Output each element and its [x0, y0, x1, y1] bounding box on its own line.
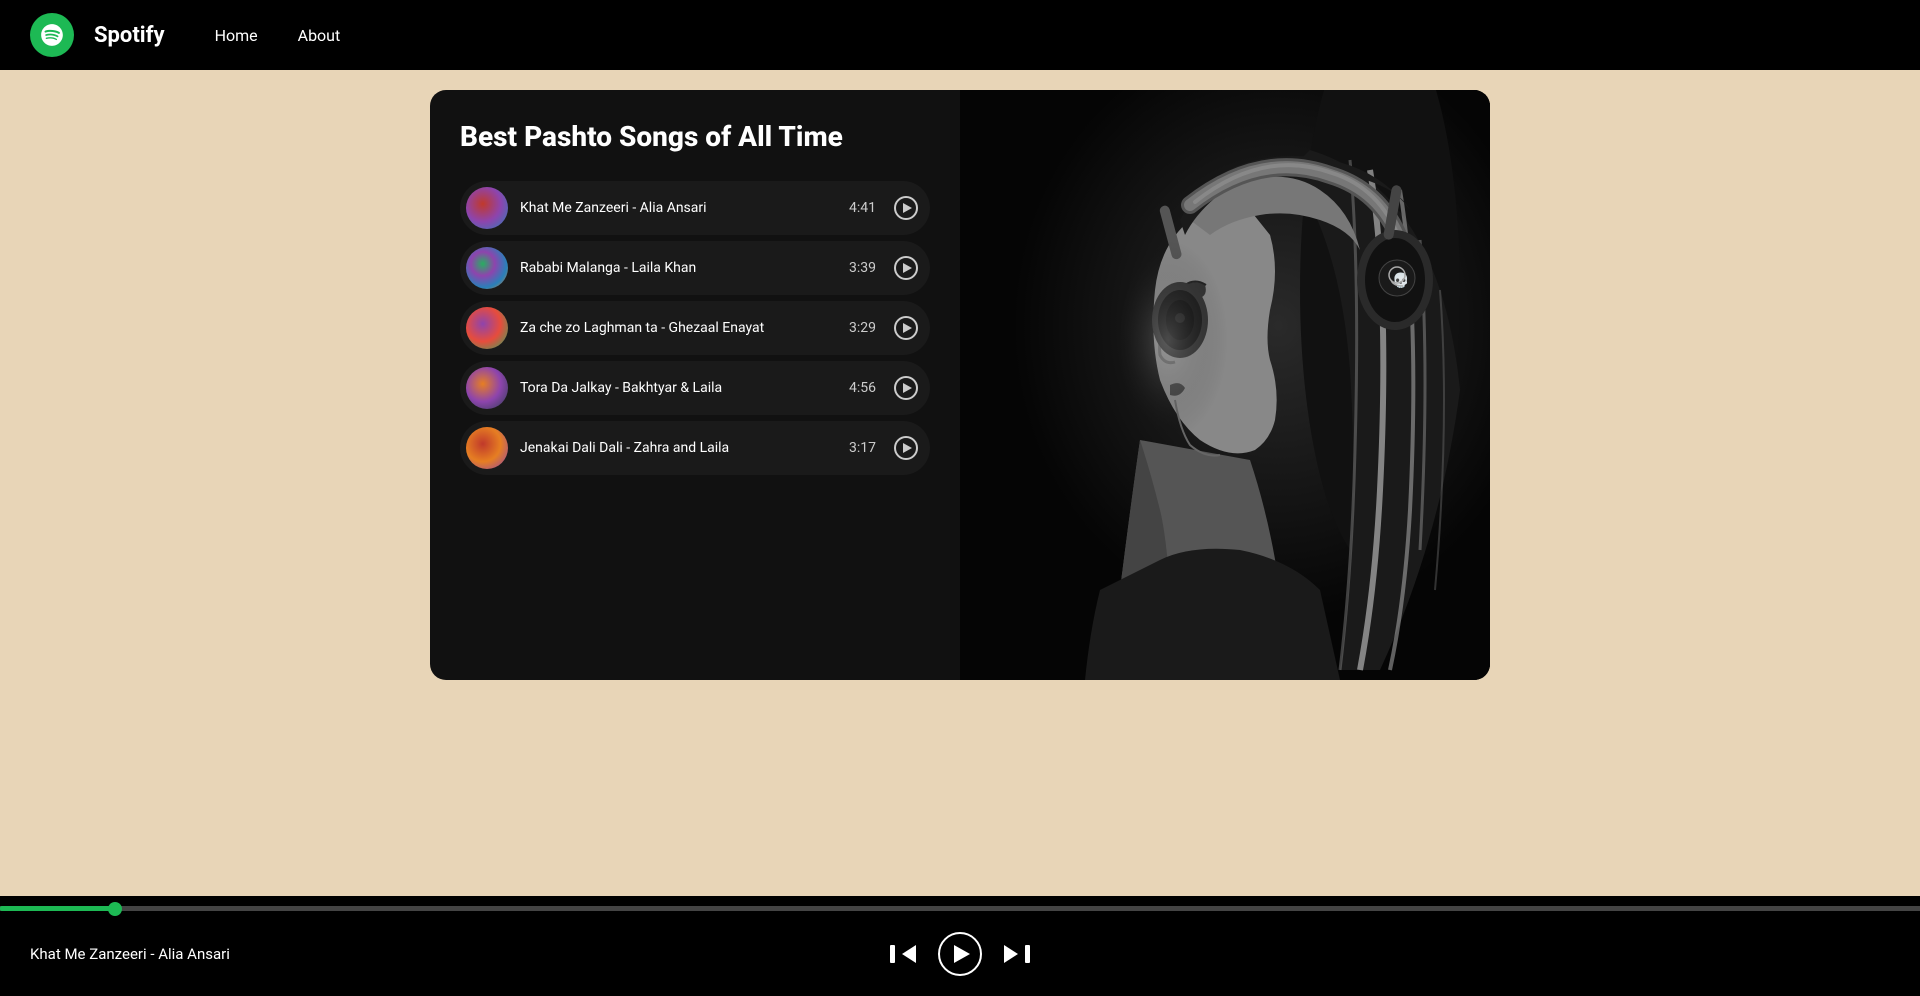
track-item-2[interactable]: Rababi Malanga - Laila Khan 3:39 — [460, 241, 930, 295]
track-duration-3: 3:29 — [849, 320, 876, 336]
play-button-4[interactable] — [894, 376, 918, 400]
nav-about[interactable]: About — [288, 21, 351, 50]
main-content: Best Pashto Songs of All Time Khat Me Za… — [0, 70, 1920, 896]
track-duration-1: 4:41 — [849, 200, 876, 216]
play-button-1[interactable] — [894, 196, 918, 220]
headphones-svg: 💀 — [960, 90, 1490, 680]
player-buttons — [888, 932, 1032, 976]
playlist-left: Best Pashto Songs of All Time Khat Me Za… — [430, 90, 960, 680]
player-bar: Khat Me Zanzeeri - Alia Ansari — [0, 896, 1920, 996]
playlist-card: Best Pashto Songs of All Time Khat Me Za… — [430, 90, 1490, 680]
playlist-title: Best Pashto Songs of All Time — [460, 120, 930, 153]
track-duration-4: 4:56 — [849, 380, 876, 396]
track-duration-5: 3:17 — [849, 440, 876, 456]
progress-bar[interactable] — [0, 906, 1920, 911]
playlist-image: 💀 — [960, 90, 1490, 680]
track-item-5[interactable]: Jenakai Dali Dali - Zahra and Laila 3:17 — [460, 421, 930, 475]
play-pause-button[interactable] — [938, 932, 982, 976]
track-thumb-4 — [466, 367, 508, 409]
now-playing-label: Khat Me Zanzeeri - Alia Ansari — [30, 945, 280, 963]
navbar: Spotify Home About — [0, 0, 1920, 70]
skip-back-button[interactable] — [888, 939, 918, 969]
track-thumb-1 — [466, 187, 508, 229]
track-duration-2: 3:39 — [849, 260, 876, 276]
track-list: Khat Me Zanzeeri - Alia Ansari 4:41 Raba… — [460, 181, 930, 475]
track-name-4: Tora Da Jalkay - Bakhtyar & Laila — [520, 380, 837, 396]
track-item-1[interactable]: Khat Me Zanzeeri - Alia Ansari 4:41 — [460, 181, 930, 235]
track-name-2: Rababi Malanga - Laila Khan — [520, 260, 837, 276]
track-thumb-2 — [466, 247, 508, 289]
skip-forward-button[interactable] — [1002, 939, 1032, 969]
progress-fill — [0, 906, 115, 911]
track-item-4[interactable]: Tora Da Jalkay - Bakhtyar & Laila 4:56 — [460, 361, 930, 415]
nav-home[interactable]: Home — [205, 21, 268, 50]
play-button-5[interactable] — [894, 436, 918, 460]
spotify-logo — [30, 13, 74, 57]
track-name-5: Jenakai Dali Dali - Zahra and Laila — [520, 440, 837, 456]
track-name-1: Khat Me Zanzeeri - Alia Ansari — [520, 200, 837, 216]
track-item-3[interactable]: Za che zo Laghman ta - Ghezaal Enayat 3:… — [460, 301, 930, 355]
track-name-3: Za che zo Laghman ta - Ghezaal Enayat — [520, 320, 837, 336]
artist-image: 💀 — [960, 90, 1490, 680]
player-controls: Khat Me Zanzeeri - Alia Ansari — [0, 911, 1920, 996]
brand-name: Spotify — [94, 23, 165, 48]
track-thumb-3 — [466, 307, 508, 349]
play-button-3[interactable] — [894, 316, 918, 340]
play-button-2[interactable] — [894, 256, 918, 280]
track-thumb-5 — [466, 427, 508, 469]
